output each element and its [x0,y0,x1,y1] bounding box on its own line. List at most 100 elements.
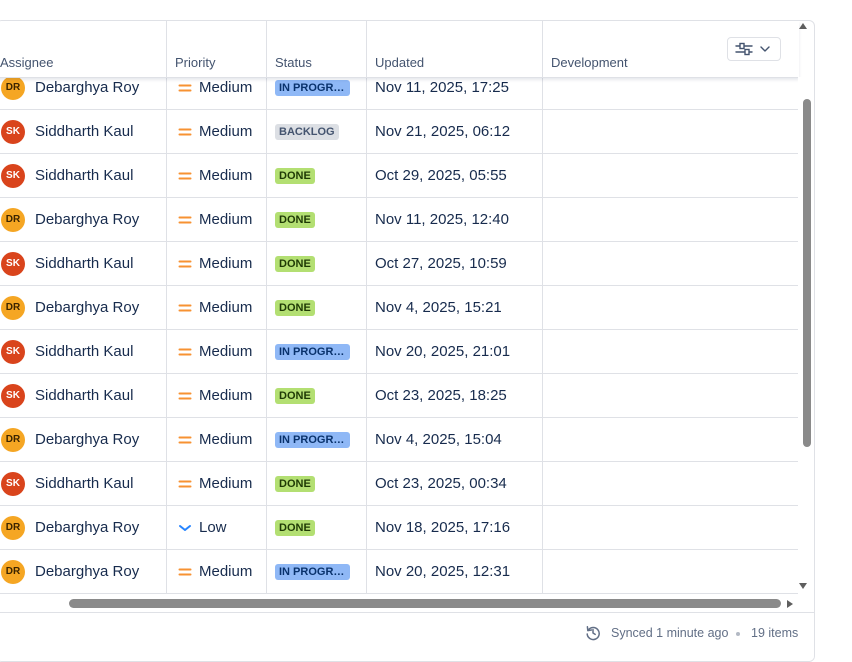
updated-date: Nov 11, 2025, 17:25 [375,79,509,96]
status-lozenge[interactable]: IN PROGRESS [275,80,350,96]
development-cell[interactable] [543,286,799,329]
column-header-updated[interactable]: Updated [367,21,543,77]
priority-cell[interactable]: Medium [167,374,267,417]
status-cell[interactable]: BACKLOG [267,110,367,153]
horizontal-scroll-thumb[interactable] [69,599,781,608]
priority-cell[interactable]: Medium [167,550,267,593]
priority-cell[interactable]: Medium [167,242,267,285]
priority-cell[interactable]: Medium [167,286,267,329]
development-cell[interactable] [543,110,799,153]
scroll-up-arrow[interactable] [799,23,807,29]
table-row[interactable]: SK Siddharth Kaul Medium DONE Oct 23, 2025, … [0,374,799,418]
development-cell[interactable] [543,418,799,461]
priority-medium-icon [178,128,192,136]
priority-medium-icon [178,480,192,488]
priority-medium-icon [178,304,192,312]
development-cell[interactable] [543,242,799,285]
status-cell[interactable]: DONE [267,286,367,329]
column-header-assignee[interactable]: Assignee [0,21,167,77]
status-lozenge[interactable]: IN PROGRESS [275,564,350,580]
table-row[interactable]: SK Siddharth Kaul Medium DONE Oct 27, 2025, … [0,242,799,286]
status-cell[interactable]: IN PROGRESS [267,550,367,593]
table-row[interactable]: SK Siddharth Kaul Medium IN PROGRESS Nov 20,… [0,330,799,374]
priority-cell[interactable]: Medium [167,462,267,505]
table-row[interactable]: SK Siddharth Kaul Medium DONE Oct 23, 2025, … [0,462,799,506]
assignee-name: Debarghya Roy [35,563,140,580]
updated-date: Oct 23, 2025, 18:25 [375,387,507,404]
development-cell[interactable] [543,154,799,197]
status-cell[interactable]: DONE [267,462,367,505]
priority-medium-icon [178,260,192,268]
updated-date: Oct 29, 2025, 05:55 [375,167,507,184]
development-cell[interactable] [543,506,799,549]
development-cell[interactable] [543,550,799,593]
priority-cell[interactable]: Medium [167,418,267,461]
status-cell[interactable]: IN PROGRESS [267,330,367,373]
table-row[interactable]: DR Debarghya Roy Medium DONE Nov 4, 2025, 15… [0,286,799,330]
status-cell[interactable]: DONE [267,198,367,241]
status-lozenge[interactable]: IN PROGRESS [275,344,350,360]
assignee-cell[interactable]: DR Debarghya Roy [0,418,167,461]
development-cell[interactable] [543,198,799,241]
status-cell[interactable]: IN PROGRESS [267,418,367,461]
development-cell[interactable] [543,374,799,417]
assignee-cell[interactable]: SK Siddharth Kaul [0,462,167,505]
column-settings-button[interactable] [727,37,781,61]
status-lozenge[interactable]: DONE [275,476,315,492]
assignee-cell[interactable]: SK Siddharth Kaul [0,330,167,373]
status-lozenge[interactable]: BACKLOG [275,124,339,140]
assignee-cell[interactable]: SK Siddharth Kaul [0,374,167,417]
updated-cell: Nov 18, 2025, 17:16 [367,506,543,549]
development-cell[interactable] [543,330,799,373]
status-lozenge[interactable]: DONE [275,168,315,184]
priority-cell[interactable]: Medium [167,110,267,153]
priority-cell[interactable]: Low [167,506,267,549]
table-row[interactable]: SK Siddharth Kaul Medium DONE Oct 29, 2025, … [0,154,799,198]
vertical-scroll-thumb[interactable] [803,99,811,447]
scroll-right-arrow[interactable] [787,600,793,608]
status-cell[interactable]: DONE [267,242,367,285]
status-lozenge[interactable]: DONE [275,212,315,228]
status-lozenge[interactable]: DONE [275,256,315,272]
table-row[interactable]: DR Debarghya Roy Low DONE Nov 18, 2025, 17:1… [0,506,799,550]
assignee-cell[interactable]: DR Debarghya Roy [0,506,167,549]
table-row[interactable]: DR Debarghya Roy Medium DONE Nov 11, 2025, 1… [0,198,799,242]
status-cell[interactable]: DONE [267,154,367,197]
status-lozenge[interactable]: DONE [275,300,315,316]
assignee-name: Siddharth Kaul [35,387,134,404]
assignee-cell[interactable]: SK Siddharth Kaul [0,110,167,153]
priority-cell[interactable]: Medium [167,330,267,373]
refresh-icon[interactable] [585,625,601,641]
assignee-cell[interactable]: DR Debarghya Roy [0,198,167,241]
column-header-status[interactable]: Status [267,21,367,77]
priority-low-icon [179,525,191,531]
separator-dot [736,632,740,636]
avatar: DR [1,516,25,540]
priority-medium-icon [178,348,192,356]
status-cell[interactable]: DONE [267,374,367,417]
priority-label: Medium [199,563,253,580]
assignee-cell[interactable]: DR Debarghya Roy [0,286,167,329]
priority-cell[interactable]: Medium [167,198,267,241]
updated-date: Nov 21, 2025, 06:12 [375,123,511,140]
assignee-cell[interactable]: SK Siddharth Kaul [0,242,167,285]
assignee-name: Siddharth Kaul [35,343,134,360]
assignee-cell[interactable]: SK Siddharth Kaul [0,154,167,197]
table-row[interactable]: SK Siddharth Kaul Medium BACKLOG Nov 21, 202… [0,110,799,154]
assignee-cell[interactable]: DR Debarghya Roy [0,550,167,593]
table-row[interactable]: DR Debarghya Roy Medium IN PROGRESS Nov 4, 2… [0,418,799,462]
assignee-name: Debarghya Roy [35,79,140,96]
issue-table: Assignee Priority Status Updated Develop… [0,20,815,662]
status-cell[interactable]: DONE [267,506,367,549]
column-header-priority[interactable]: Priority [167,21,267,77]
scroll-down-arrow[interactable] [799,583,807,589]
priority-medium-icon [178,172,192,180]
priority-cell[interactable]: Medium [167,154,267,197]
status-lozenge[interactable]: DONE [275,520,315,536]
table-row[interactable]: DR Debarghya Roy Medium IN PROGRESS Nov 20, … [0,550,799,594]
status-lozenge[interactable]: IN PROGRESS [275,432,350,448]
updated-cell: Oct 23, 2025, 00:34 [367,462,543,505]
status-lozenge[interactable]: DONE [275,388,315,404]
priority-label: Medium [199,123,253,140]
development-cell[interactable] [543,462,799,505]
